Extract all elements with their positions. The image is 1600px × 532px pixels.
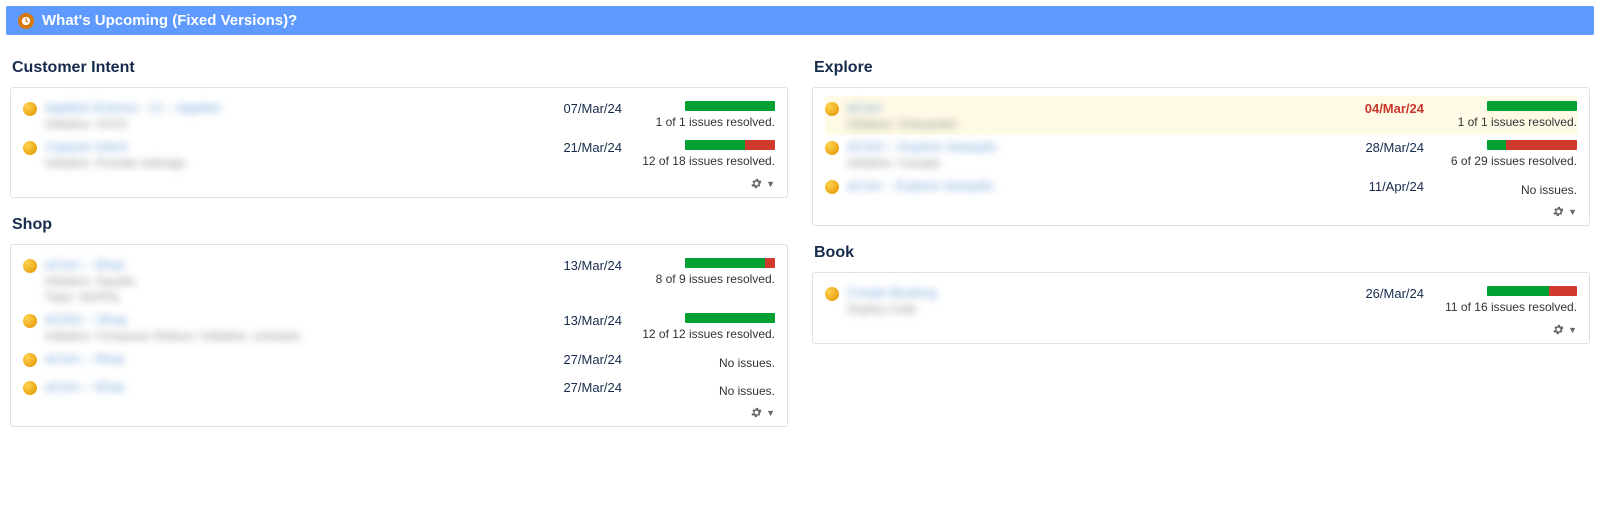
version-name[interactable]: aCom – Shop — [45, 379, 524, 394]
progress-bar[interactable] — [685, 258, 775, 268]
caret-down-icon: ▼ — [1568, 207, 1577, 217]
gear-icon — [750, 406, 763, 419]
progress-text: 1 of 1 issues resolved. — [630, 115, 775, 130]
progress-bar[interactable] — [1487, 286, 1577, 296]
card-settings-button[interactable]: ▼ — [750, 177, 775, 190]
panel-header: What's Upcoming (Fixed Versions)? — [6, 6, 1594, 35]
version-subtext: Initiative: Onboarden — [847, 117, 1326, 131]
card-settings-button[interactable]: ▼ — [1552, 205, 1577, 218]
versions-card: aCom Initiative: Onboarden 04/Mar/24 1 of 1… — [812, 87, 1590, 226]
progress-bar[interactable] — [685, 313, 775, 323]
progress-text: No issues. — [630, 356, 775, 371]
progress-text: No issues. — [1432, 183, 1577, 198]
version-name[interactable]: aCom — [847, 100, 1326, 115]
release-date: 27/Mar/24 — [532, 351, 622, 367]
version-name[interactable]: ACDG – Explore Seaspits — [847, 139, 1326, 154]
progress-text: 12 of 18 issues resolved. — [630, 154, 775, 169]
version-icon — [23, 353, 37, 367]
progress-text: 1 of 1 issues resolved. — [1432, 115, 1577, 130]
release-date: 28/Mar/24 — [1334, 139, 1424, 155]
section-title: Customer Intent — [12, 59, 788, 77]
caret-down-icon: ▼ — [766, 179, 775, 189]
release-date: 27/Mar/24 — [532, 379, 622, 395]
panel-title: What's Upcoming (Fixed Versions)? — [42, 12, 297, 29]
progress-bar[interactable] — [1487, 101, 1577, 111]
section-title: Shop — [12, 216, 788, 234]
version-row[interactable]: aCom – Shop 27/Mar/24 No issues. — [23, 347, 775, 375]
version-row[interactable]: Applied Science - CI – Applied Initiative… — [23, 96, 775, 135]
progress-text: 11 of 16 issues resolved. — [1432, 300, 1577, 315]
release-date: 11/Apr/24 — [1334, 178, 1424, 194]
version-row[interactable]: ACDG – Shop Initiative: Composer Rollout … — [23, 308, 775, 347]
version-row[interactable]: Capture Intent Initiative: Provide redesi… — [23, 135, 775, 174]
progress-text: No issues. — [630, 384, 775, 399]
version-icon — [825, 180, 839, 194]
card-settings-button[interactable]: ▼ — [1552, 323, 1577, 336]
version-name[interactable]: Create Booking — [847, 285, 1326, 300]
clock-icon — [18, 13, 34, 29]
version-name[interactable]: aCom – Shop — [45, 351, 524, 366]
version-row[interactable]: aCom – Shop Initiative: Squalls Topic: N/O… — [23, 253, 775, 308]
version-subtext: Topic: N/OPQ — [45, 290, 524, 304]
progress-bar[interactable] — [685, 140, 775, 150]
release-date: 13/Mar/24 — [532, 312, 622, 328]
versions-card: aCom – Shop Initiative: Squalls Topic: N/O… — [10, 244, 788, 427]
version-subtext: Initiative: Squalls — [45, 274, 524, 288]
version-name[interactable]: Applied Science - CI – Applied — [45, 100, 524, 115]
version-icon — [825, 287, 839, 301]
version-name[interactable]: aCom – Shop — [45, 257, 524, 272]
version-row[interactable]: aCom Initiative: Onboarden 04/Mar/24 1 of 1… — [825, 96, 1577, 135]
versions-card: Applied Science - CI – Applied Initiative… — [10, 87, 788, 198]
progress-text: 12 of 12 issues resolved. — [630, 327, 775, 342]
card-settings-button[interactable]: ▼ — [750, 406, 775, 419]
release-date: 21/Mar/24 — [532, 139, 622, 155]
version-name[interactable]: aCom – Explore Seaspits — [847, 178, 1326, 193]
version-icon — [23, 259, 37, 273]
release-date: 07/Mar/24 — [532, 100, 622, 116]
version-icon — [825, 102, 839, 116]
version-row[interactable]: aCom – Shop 27/Mar/24 No issues. — [23, 375, 775, 403]
version-icon — [825, 141, 839, 155]
gear-icon — [1552, 323, 1565, 336]
version-subtext: Initiative: Canada — [847, 156, 1326, 170]
gear-icon — [750, 177, 763, 190]
version-name[interactable]: Capture Intent — [45, 139, 524, 154]
version-row[interactable]: aCom – Explore Seaspits 11/Apr/24 No issue… — [825, 174, 1577, 202]
version-row[interactable]: Create Booking Deploy Code 26/Mar/24 11 of … — [825, 281, 1577, 320]
version-row[interactable]: ACDG – Explore Seaspits Initiative: Canad… — [825, 135, 1577, 174]
version-subtext: Deploy Code — [847, 302, 1326, 316]
caret-down-icon: ▼ — [766, 408, 775, 418]
progress-bar[interactable] — [685, 101, 775, 111]
version-icon — [23, 141, 37, 155]
version-subtext: Initiative: Composer Rollout / Initiativ… — [45, 329, 524, 343]
release-date: 04/Mar/24 — [1334, 100, 1424, 116]
progress-bar[interactable] — [1487, 140, 1577, 150]
versions-card: Create Booking Deploy Code 26/Mar/24 11 of … — [812, 272, 1590, 344]
progress-text: 8 of 9 issues resolved. — [630, 272, 775, 287]
version-icon — [23, 381, 37, 395]
progress-text: 6 of 29 issues resolved. — [1432, 154, 1577, 169]
release-date: 26/Mar/24 — [1334, 285, 1424, 301]
gear-icon — [1552, 205, 1565, 218]
version-name[interactable]: ACDG – Shop — [45, 312, 524, 327]
caret-down-icon: ▼ — [1568, 325, 1577, 335]
section-title: Book — [814, 244, 1590, 262]
version-icon — [23, 314, 37, 328]
version-subtext: Initiative: Provide redesign — [45, 156, 524, 170]
version-icon — [23, 102, 37, 116]
version-subtext: Initiative: XXXX — [45, 117, 524, 131]
section-title: Explore — [814, 59, 1590, 77]
release-date: 13/Mar/24 — [532, 257, 622, 273]
